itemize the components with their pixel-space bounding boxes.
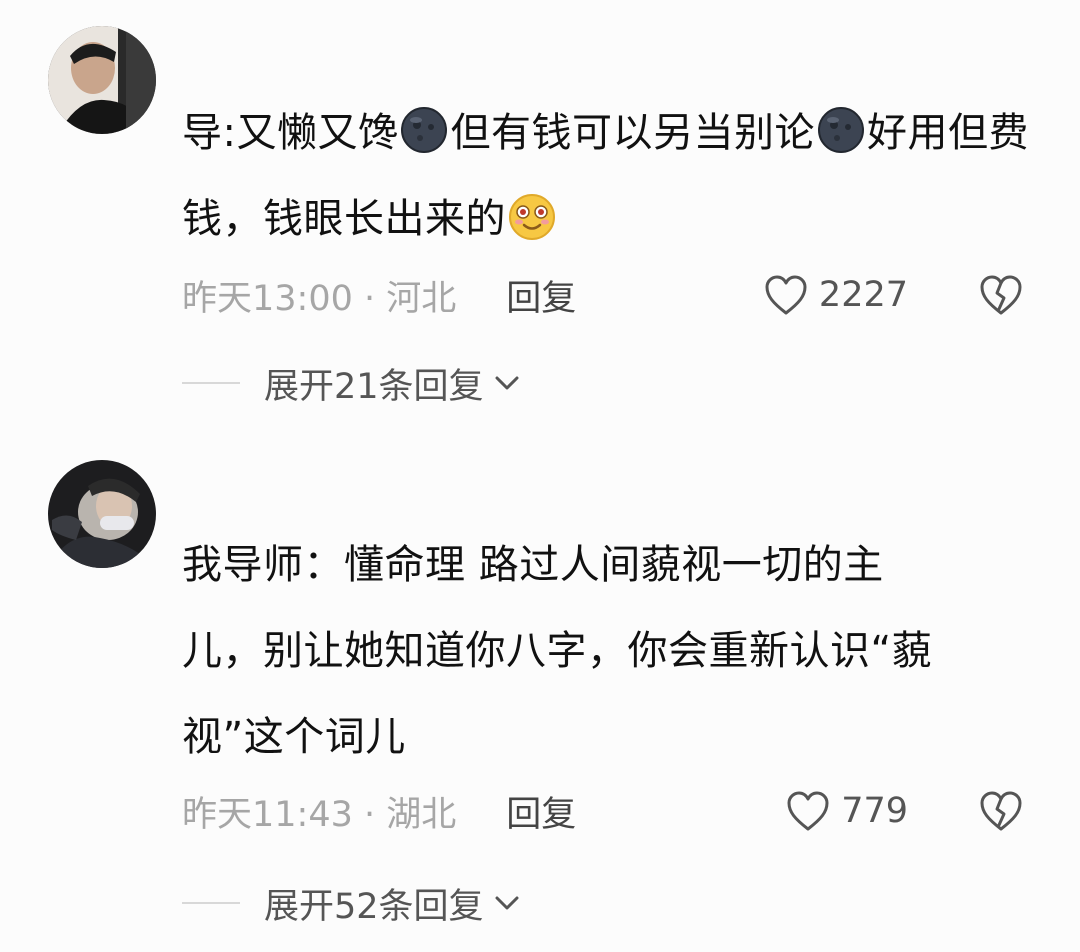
comment-time-location: 昨天11:43 · 湖北 <box>182 794 457 835</box>
like-count: 779 <box>841 791 908 831</box>
comment-item: 导:又懒又馋 但有钱可以另当别论 好用但费钱，钱眼长出来的 昨天13:00 · 河北… <box>0 0 1080 452</box>
expand-replies-label: 展开21条回复 <box>264 366 484 407</box>
expand-replies-button[interactable]: 展开21条回复 <box>182 358 522 408</box>
flushed-smile-emoji <box>508 192 556 240</box>
comment-text-line: 视”这个词儿 <box>182 714 406 760</box>
comment-text: 我导师：懂命理 路过人间藐视一切的主 儿，别让她知道你八字，你会重新认识“藐 视… <box>182 522 1042 780</box>
like-count: 2227 <box>818 275 908 315</box>
comment-text: 导:又懒又馋 但有钱可以另当别论 好用但费钱，钱眼长出来的 <box>182 90 1042 262</box>
comment-text-line: 我导师：懂命理 路过人间藐视一切的主 <box>182 542 884 588</box>
chevron-down-icon <box>495 376 519 390</box>
expand-replies-button[interactable]: 展开52条回复 <box>182 878 522 928</box>
comment-text-line: 儿，别让她知道你八字，你会重新认识“藐 <box>182 628 933 674</box>
new-moon-face-emoji <box>400 106 448 154</box>
reply-button[interactable]: 回复 <box>506 270 576 321</box>
like-button[interactable]: 2227 <box>763 273 908 317</box>
comment-text-part: 但有钱可以另当别论 <box>450 110 815 156</box>
broken-heart-icon <box>980 275 1022 315</box>
reply-button[interactable]: 回复 <box>506 786 576 837</box>
broken-heart-icon <box>980 791 1022 831</box>
expand-replies-label: 展开52条回复 <box>264 886 484 927</box>
like-button[interactable]: 779 <box>785 789 908 833</box>
heart-outline-icon <box>765 275 807 315</box>
dislike-button[interactable] <box>978 789 1024 833</box>
divider-line <box>182 382 240 384</box>
chevron-down-icon <box>495 896 519 910</box>
avatar[interactable] <box>48 26 156 134</box>
heart-outline-icon <box>787 791 829 831</box>
divider-line <box>182 902 240 904</box>
comment-text-part: 导:又懒又馋 <box>182 110 399 156</box>
comment-meta: 昨天11:43 · 湖北 回复 779 <box>182 786 1024 836</box>
comment-meta: 昨天13:00 · 河北 回复 2227 <box>182 270 1024 320</box>
dislike-button[interactable] <box>978 273 1024 317</box>
avatar[interactable] <box>48 460 156 568</box>
new-moon-face-emoji <box>817 106 865 154</box>
comment-time-location: 昨天13:00 · 河北 <box>182 278 457 319</box>
comment-item: 我导师：懂命理 路过人间藐视一切的主 儿，别让她知道你八字，你会重新认识“藐 视… <box>0 452 1080 952</box>
